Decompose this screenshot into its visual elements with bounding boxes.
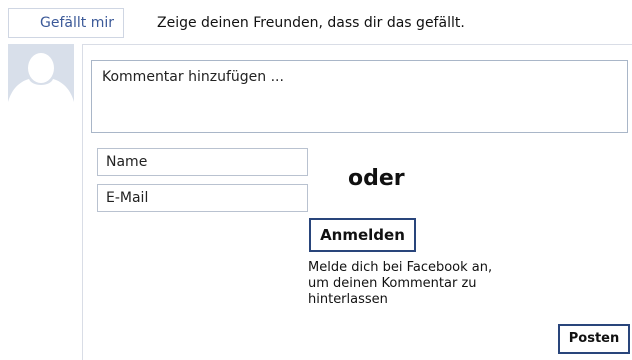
comment-input[interactable]: Kommentar hinzufügen ... xyxy=(91,60,628,133)
login-hint: Melde dich bei Facebook an, um deinen Ko… xyxy=(308,260,548,308)
login-hint-line: um deinen Kommentar zu xyxy=(308,276,477,291)
login-button[interactable]: Anmelden xyxy=(309,218,416,252)
or-label: oder xyxy=(348,166,405,191)
default-user-silhouette-icon xyxy=(8,44,74,114)
avatar xyxy=(8,44,74,114)
post-button[interactable]: Posten xyxy=(558,324,630,354)
email-field[interactable]: E-Mail xyxy=(97,184,308,212)
like-button[interactable]: Gefällt mir xyxy=(8,8,124,38)
comment-widget: Gefällt mir Zeige deinen Freunden, dass … xyxy=(0,0,632,360)
name-field[interactable]: Name xyxy=(97,148,308,176)
login-hint-line: Melde dich bei Facebook an, xyxy=(308,260,493,275)
like-prompt: Zeige deinen Freunden, dass dir das gefä… xyxy=(157,15,465,31)
login-hint-line: hinterlassen xyxy=(308,292,388,307)
